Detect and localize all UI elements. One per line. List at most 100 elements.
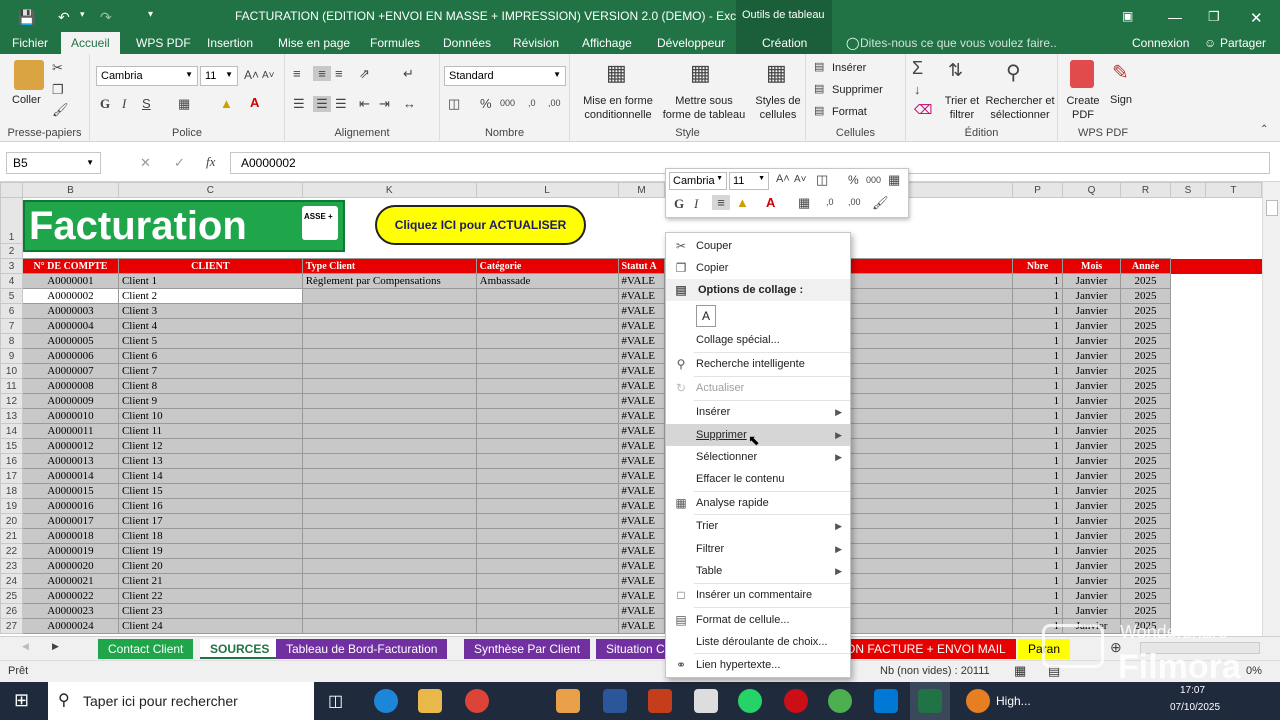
tab-accueil[interactable]: Accueil	[61, 32, 120, 54]
sheet-tab[interactable]: Synthèse Par Client	[464, 639, 591, 659]
cell-mois[interactable]: Janvier	[1062, 318, 1122, 334]
empty-cell[interactable]	[1205, 348, 1262, 364]
cell-categorie[interactable]	[475, 288, 619, 304]
col-header[interactable]: K	[301, 182, 477, 198]
user-avatar-icon[interactable]	[966, 689, 990, 713]
bold-button[interactable]: G	[100, 96, 110, 112]
col-header[interactable]: L	[475, 182, 619, 198]
cell-compte[interactable]: A0000016	[21, 498, 119, 514]
insert-cells-icon[interactable]: ▤	[814, 60, 824, 73]
cell-compte[interactable]: A0000024	[21, 618, 119, 634]
format-as-table-button[interactable]: Mettre sous forme de tableau	[660, 94, 748, 122]
empty-cell[interactable]	[1205, 468, 1262, 484]
cell-compte[interactable]: A0000004	[21, 318, 119, 334]
header-categorie[interactable]: Catégorie	[475, 258, 619, 274]
cell-categorie[interactable]	[475, 303, 619, 319]
empty-cell[interactable]	[1205, 453, 1262, 469]
file-explorer-icon[interactable]	[418, 689, 442, 713]
paste-icon[interactable]	[14, 60, 44, 90]
redo-icon[interactable]: ↷	[100, 9, 112, 26]
cell-type[interactable]	[301, 573, 477, 589]
row-header[interactable]: 19	[0, 498, 23, 514]
cell-type[interactable]	[301, 348, 477, 364]
empty-cell[interactable]	[1205, 378, 1262, 394]
taskbar-search[interactable]: ⚲ Taper ici pour rechercher	[48, 682, 314, 720]
delete-cells-button[interactable]: Supprimer	[832, 84, 883, 96]
cell-categorie[interactable]	[475, 513, 619, 529]
cell-statut[interactable]: #VALE	[617, 303, 666, 319]
cell-client[interactable]: Client 20	[117, 558, 303, 574]
empty-cell[interactable]	[1205, 588, 1262, 604]
paste-option-icon[interactable]: A	[696, 305, 716, 327]
row-header[interactable]: 18	[0, 483, 23, 499]
cell-nbre[interactable]: 1	[1012, 423, 1064, 439]
empty-cell[interactable]	[1205, 483, 1262, 499]
cell-annee[interactable]: 2025	[1120, 273, 1172, 289]
mini-format-painter-icon[interactable]: 🖌	[872, 195, 889, 211]
cell-mois[interactable]: Janvier	[1062, 333, 1122, 349]
word-icon[interactable]	[603, 689, 627, 713]
tab-donnees[interactable]: Données	[443, 36, 491, 50]
cell-compte[interactable]: A0000020	[21, 558, 119, 574]
cell-statut[interactable]: #VALE	[617, 318, 666, 334]
cell-annee[interactable]: 2025	[1120, 378, 1172, 394]
cell-categorie[interactable]	[475, 468, 619, 484]
row-header[interactable]: 27	[0, 618, 23, 634]
cell-type[interactable]	[301, 318, 477, 334]
normal-view-icon[interactable]: ▦	[1014, 663, 1026, 679]
col-header[interactable]: T	[1204, 182, 1262, 198]
tab-creation[interactable]: Création	[762, 36, 807, 50]
menu-item-inserer[interactable]: Insérer ▶	[666, 401, 850, 423]
empty-cell[interactable]	[1170, 318, 1206, 334]
mini-decrease-decimal-icon[interactable]: ,00	[848, 197, 861, 207]
tell-me-box[interactable]: Dites-nous ce que vous voulez faire..	[860, 36, 1057, 50]
row-header[interactable]: 4	[0, 273, 23, 289]
cell-categorie[interactable]	[475, 318, 619, 334]
cell-type[interactable]	[301, 453, 477, 469]
cell-nbre[interactable]: 1	[1012, 483, 1064, 499]
cell-compte[interactable]: A0000019	[21, 543, 119, 559]
cell-statut[interactable]: #VALE	[617, 288, 666, 304]
cell-annee[interactable]: 2025	[1120, 393, 1172, 409]
cell-statut[interactable]: #VALE	[617, 513, 666, 529]
mini-align-center-icon[interactable]: ≡	[712, 195, 730, 210]
undo-dropdown-icon[interactable]: ▾	[80, 9, 85, 20]
cell-annee[interactable]: 2025	[1120, 498, 1172, 514]
mini-font-select[interactable]: Cambria ▼	[669, 172, 727, 190]
row-header[interactable]: 22	[0, 543, 23, 559]
cell-type[interactable]	[301, 363, 477, 379]
empty-cell[interactable]	[1170, 423, 1206, 439]
cell-compte[interactable]: A0000007	[21, 363, 119, 379]
grow-font-icon[interactable]: A˄	[244, 68, 259, 82]
thousands-icon[interactable]: 000	[866, 175, 881, 185]
cell-compte[interactable]: A0000015	[21, 483, 119, 499]
mini-fill-color-icon[interactable]: ▲	[736, 195, 749, 210]
cell-client[interactable]: Client 6	[117, 348, 303, 364]
cell-annee[interactable]: 2025	[1120, 543, 1172, 559]
cell-type[interactable]	[301, 528, 477, 544]
cell-client[interactable]: Client 4	[117, 318, 303, 334]
cell-statut[interactable]: #VALE	[617, 588, 666, 604]
empty-cell[interactable]	[1205, 363, 1262, 379]
fill-icon[interactable]: ↓	[914, 82, 921, 97]
tab-revision[interactable]: Révision	[513, 36, 559, 50]
empty-cell[interactable]	[1170, 303, 1206, 319]
cell-statut[interactable]: #VALE	[617, 393, 666, 409]
cell-nbre[interactable]: 1	[1012, 543, 1064, 559]
edge-icon[interactable]	[374, 689, 398, 713]
align-bottom-icon[interactable]: ≡	[335, 66, 343, 81]
cell-statut[interactable]: #VALE	[617, 453, 666, 469]
powerpoint-icon[interactable]	[648, 689, 672, 713]
cell-categorie[interactable]	[475, 528, 619, 544]
cell-categorie[interactable]	[475, 423, 619, 439]
cell-categorie[interactable]	[475, 498, 619, 514]
menu-item-actualiser[interactable]: ↻ Actualiser	[666, 377, 850, 399]
cell-nbre[interactable]: 1	[1012, 438, 1064, 454]
decrease-decimal-icon[interactable]: ,00	[548, 98, 561, 108]
header-nbre[interactable]: Nbre	[1012, 258, 1064, 274]
empty-cell[interactable]	[1170, 438, 1206, 454]
col-header[interactable]: M	[617, 182, 666, 198]
cell-statut[interactable]: #VALE	[617, 363, 666, 379]
sheet-tab[interactable]: ON FACTURE + ENVOI MAIL	[836, 639, 1016, 659]
cell-statut[interactable]: #VALE	[617, 498, 666, 514]
